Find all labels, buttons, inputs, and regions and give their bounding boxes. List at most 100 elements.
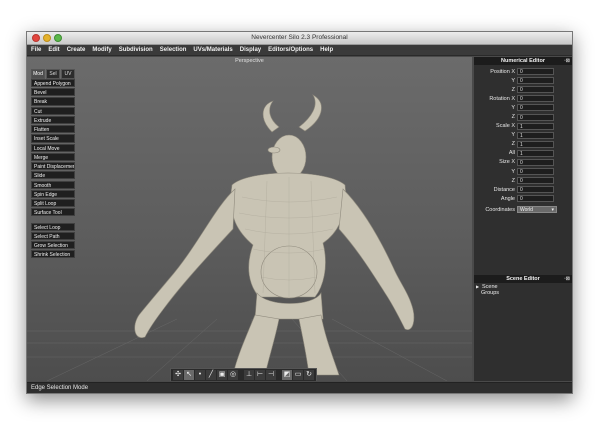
tool-select-loop[interactable]: Select Loop	[31, 222, 75, 231]
menu-uvs-materials[interactable]: UVs/Materials	[193, 47, 232, 53]
perspective-viewport[interactable]: Perspective Mod Sel UV Append Polygon Be…	[27, 57, 472, 381]
tool-bevel[interactable]: Bevel	[31, 88, 75, 97]
num-row: All 1	[474, 149, 572, 158]
menu-file[interactable]: File	[31, 47, 41, 53]
tree-item-label: Groups	[481, 290, 500, 296]
tool-select-path[interactable]: Select Path	[31, 231, 75, 240]
num-label: Y	[511, 132, 515, 139]
tool-merge[interactable]: Merge	[31, 152, 75, 161]
tab-sel[interactable]: Sel	[46, 69, 60, 79]
num-field[interactable]: 0	[517, 195, 554, 203]
num-row: Z0	[474, 176, 572, 185]
num-label: All	[508, 150, 515, 157]
tool-paint-displacement[interactable]: Paint Displacement	[31, 162, 75, 171]
axis-x-icon[interactable]: ⊥	[244, 370, 254, 380]
num-row: Position X0	[474, 67, 572, 76]
menu-help[interactable]: Help	[320, 47, 333, 53]
viewport-toolbar: ✣ ↖ • ╱ ▣ ◎ ⊥ ⊢ ⊣ ◩ ▭ ↻	[170, 368, 317, 381]
title-bar: Nevercenter Silo 2.3 Professional	[27, 32, 572, 45]
num-row: Rotation X0	[474, 94, 572, 103]
menu-selection[interactable]: Selection	[160, 47, 187, 53]
tool-shrink-selection[interactable]: Shrink Selection	[31, 250, 75, 259]
numerical-editor-header: Numerical Editor ▫⊠	[474, 57, 572, 65]
menu-edit[interactable]: Edit	[48, 47, 59, 53]
num-row: Angle 0	[474, 194, 572, 203]
edge-icon[interactable]: ╱	[206, 370, 216, 380]
num-field[interactable]: 0	[517, 95, 554, 103]
select-icon[interactable]: ↖	[184, 370, 194, 380]
vertex-icon[interactable]: •	[195, 370, 205, 380]
num-field[interactable]: 0	[517, 168, 554, 176]
num-field[interactable]: 0	[517, 104, 554, 112]
num-label: Rotation X	[489, 95, 515, 102]
refresh-icon[interactable]: ↻	[304, 370, 314, 380]
tool-grow-selection[interactable]: Grow Selection	[31, 240, 75, 250]
num-field[interactable]: 0	[517, 177, 554, 185]
num-label: Position X	[490, 68, 515, 75]
toolbar-separator	[239, 370, 243, 380]
menu-editors-options[interactable]: Editors/Options	[268, 47, 313, 53]
num-row: Y0	[474, 76, 572, 85]
viewport-scene	[27, 94, 472, 381]
tool-break[interactable]: Break	[31, 97, 75, 106]
num-field[interactable]: 1	[517, 149, 554, 157]
num-field[interactable]: 0	[517, 77, 554, 85]
numerical-editor-panel: Numerical Editor ▫⊠ Position X 0 Y 0 Z 0 Rotat…	[474, 57, 572, 275]
num-row: Z0	[474, 112, 572, 121]
tool-append-polygon[interactable]: Append Polygon	[31, 79, 75, 88]
tool-spin-edge[interactable]: Spin Edge	[31, 189, 75, 198]
tool-smooth[interactable]: Smooth	[31, 180, 75, 189]
coordinates-value: World	[520, 207, 533, 214]
num-field[interactable]: 0	[517, 86, 554, 94]
num-label: Angle	[500, 195, 515, 202]
num-label: Z	[511, 141, 515, 148]
panel-close-icon[interactable]: ▫⊠	[564, 57, 570, 65]
num-label: Z	[511, 114, 515, 121]
panel-close-icon[interactable]: ▫⊠	[564, 275, 570, 283]
app-window: Nevercenter Silo 2.3 Professional File E…	[26, 31, 573, 394]
num-field[interactable]: 0	[517, 186, 554, 194]
axis-y-icon[interactable]: ⊢	[255, 370, 265, 380]
num-row: Z0	[474, 85, 572, 94]
coordinates-select[interactable]: World ▾	[517, 206, 557, 214]
numerical-editor-rows: Position X 0 Y 0 Z 0 Rotation X 0 Y 0 Z 0 Scale X1Y1…	[474, 65, 572, 203]
num-field[interactable]: 1	[517, 140, 554, 148]
tab-uv[interactable]: UV	[61, 69, 75, 79]
menu-subdivision[interactable]: Subdivision	[119, 47, 153, 53]
num-label: Z	[511, 86, 515, 93]
camera-icon[interactable]: ▭	[293, 370, 303, 380]
num-label: Scale X	[496, 123, 515, 130]
tool-slide[interactable]: Slide	[31, 171, 75, 180]
paint-select-icon[interactable]: ◩	[282, 370, 292, 380]
menu-create[interactable]: Create	[67, 47, 86, 53]
tree-item-scene[interactable]: ▶ Scene	[474, 283, 572, 290]
tool-surface-tool[interactable]: Surface Tool	[31, 208, 75, 217]
object-icon[interactable]: ◎	[228, 370, 238, 380]
face-icon[interactable]: ▣	[217, 370, 227, 380]
tool-extrude[interactable]: Extrude	[31, 115, 75, 125]
status-bar: Edge Selection Mode	[27, 382, 572, 393]
tool-cut[interactable]: Cut	[31, 106, 75, 115]
num-row: Z1	[474, 140, 572, 149]
num-field[interactable]: 0	[517, 68, 554, 76]
menu-modify[interactable]: Modify	[92, 47, 111, 53]
menu-display[interactable]: Display	[240, 47, 261, 53]
num-field[interactable]: 0	[517, 158, 554, 166]
tool-local-move[interactable]: Local Move	[31, 143, 75, 152]
axis-z-icon[interactable]: ⊣	[266, 370, 276, 380]
num-field[interactable]: 0	[517, 113, 554, 121]
transform-icon[interactable]: ✣	[173, 370, 183, 380]
toolbar-separator	[277, 370, 281, 380]
tool-inset-scale[interactable]: Inset Scale	[31, 134, 75, 143]
tool-flatten[interactable]: Flatten	[31, 125, 75, 134]
tab-mod[interactable]: Mod	[31, 69, 45, 79]
viewport-label: Perspective	[235, 58, 264, 64]
num-row: Scale X1	[474, 122, 572, 131]
num-field[interactable]: 1	[517, 131, 554, 139]
tree-item-groups[interactable]: Groups	[474, 290, 572, 297]
character-model	[134, 94, 415, 376]
num-label: Y	[511, 104, 515, 111]
num-field[interactable]: 1	[517, 122, 554, 130]
tool-tabs: Mod Sel UV	[31, 69, 75, 79]
tool-split-loop[interactable]: Split Loop	[31, 199, 75, 208]
